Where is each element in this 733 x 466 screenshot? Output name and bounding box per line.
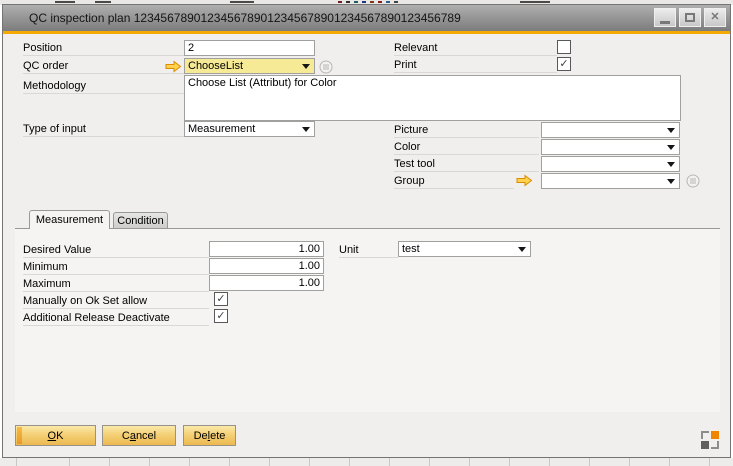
delete-button[interactable]: Delete bbox=[183, 425, 236, 446]
color-combo[interactable] bbox=[541, 139, 680, 155]
background-fragment bbox=[370, 1, 374, 3]
dropdown-arrow-icon bbox=[302, 127, 310, 132]
unit-label: Unit bbox=[339, 243, 398, 258]
minimum-label: Minimum bbox=[23, 260, 209, 275]
ok-button[interactable]: OK bbox=[15, 425, 96, 446]
color-label: Color bbox=[394, 140, 539, 155]
maximize-button[interactable] bbox=[679, 8, 701, 27]
dropdown-arrow-icon bbox=[667, 179, 675, 184]
test-tool-label: Test tool bbox=[394, 157, 539, 172]
background-fragment bbox=[520, 1, 550, 3]
maximize-icon bbox=[685, 13, 695, 22]
window-controls: ✕ bbox=[654, 8, 726, 27]
minimize-button[interactable] bbox=[654, 8, 676, 27]
focus-indicator bbox=[17, 427, 22, 444]
background-fragment bbox=[394, 1, 398, 3]
type-of-input-value: Measurement bbox=[188, 123, 255, 135]
unit-value: test bbox=[402, 243, 420, 255]
background-table-fragment bbox=[0, 458, 733, 466]
manually-on-ok-label: Manually on Ok Set allow bbox=[23, 294, 209, 309]
type-of-input-label: Type of input bbox=[23, 122, 184, 137]
background-fragment bbox=[55, 1, 75, 3]
close-icon: ✕ bbox=[710, 12, 719, 23]
delete-label: De bbox=[194, 430, 208, 442]
type-of-input-combo[interactable]: Measurement bbox=[184, 121, 315, 137]
dropdown-arrow-icon bbox=[667, 162, 675, 167]
position-label: Position bbox=[23, 41, 184, 56]
relevant-label: Relevant bbox=[394, 41, 557, 56]
screen: QC inspection plan 123456789012345678901… bbox=[0, 0, 733, 466]
group-combo[interactable] bbox=[541, 173, 680, 189]
titlebar-accent-line bbox=[3, 31, 730, 34]
qc-order-label: QC order bbox=[23, 59, 184, 74]
dropdown-arrow-icon bbox=[667, 145, 675, 150]
checkmark: ✓ bbox=[216, 294, 225, 305]
qc-order-combo[interactable]: ChooseList bbox=[184, 58, 315, 74]
desired-value-input[interactable] bbox=[209, 241, 324, 257]
checkmark: ✓ bbox=[216, 311, 225, 322]
unit-combo[interactable]: test bbox=[398, 241, 531, 257]
link-arrow-icon[interactable] bbox=[165, 60, 182, 76]
dropdown-arrow-icon bbox=[667, 128, 675, 133]
background-fragment bbox=[354, 1, 358, 3]
test-tool-combo[interactable] bbox=[541, 156, 680, 172]
relevant-checkbox[interactable] bbox=[557, 40, 571, 54]
background-fragment bbox=[338, 1, 342, 3]
measurement-tab-panel: Desired Value Unit test Minimum Maximum … bbox=[15, 228, 720, 412]
dialog-title: QC inspection plan 123456789012345678901… bbox=[29, 11, 461, 25]
desired-value-label: Desired Value bbox=[23, 243, 209, 258]
maximum-label: Maximum bbox=[23, 277, 209, 292]
print-label: Print bbox=[394, 58, 557, 73]
methodology-textarea[interactable]: Choose List (Attribut) for Color bbox=[184, 75, 681, 121]
dialog-titlebar[interactable]: QC inspection plan 123456789012345678901… bbox=[3, 5, 730, 31]
additional-release-label: Additional Release Deactivate bbox=[23, 311, 209, 326]
methodology-label: Methodology bbox=[23, 79, 184, 94]
minimize-icon bbox=[660, 21, 670, 24]
qc-inspection-plan-dialog: QC inspection plan 123456789012345678901… bbox=[2, 4, 731, 458]
print-checkbox[interactable]: ✓ bbox=[557, 57, 571, 71]
background-fragment bbox=[230, 1, 254, 3]
background-fragment bbox=[386, 1, 390, 3]
group-label: Group bbox=[394, 174, 514, 189]
picture-combo[interactable] bbox=[541, 122, 680, 138]
tab-measurement[interactable]: Measurement bbox=[29, 210, 110, 229]
background-fragment bbox=[378, 1, 382, 3]
maximum-input[interactable] bbox=[209, 275, 324, 291]
cancel-button[interactable]: Cancel bbox=[102, 425, 176, 446]
minimum-input[interactable] bbox=[209, 258, 324, 274]
dropdown-arrow-icon bbox=[518, 247, 526, 252]
cancel-label: C bbox=[122, 430, 130, 442]
position-input[interactable] bbox=[184, 40, 315, 56]
close-button[interactable]: ✕ bbox=[704, 8, 726, 27]
choose-from-list-icon[interactable] bbox=[686, 174, 700, 191]
additional-release-checkbox[interactable]: ✓ bbox=[214, 309, 228, 323]
dropdown-arrow-icon bbox=[302, 64, 310, 69]
expand-form-icon[interactable] bbox=[701, 431, 719, 449]
qc-order-value: ChooseList bbox=[188, 60, 243, 72]
manually-on-ok-checkbox[interactable]: ✓ bbox=[214, 292, 228, 306]
tab-condition[interactable]: Condition bbox=[113, 212, 168, 229]
link-arrow-icon[interactable] bbox=[516, 174, 533, 190]
background-fragment bbox=[95, 1, 111, 3]
background-fragment bbox=[346, 1, 350, 3]
background-fragment bbox=[362, 1, 366, 3]
picture-label: Picture bbox=[394, 123, 539, 138]
checkmark: ✓ bbox=[559, 59, 568, 70]
